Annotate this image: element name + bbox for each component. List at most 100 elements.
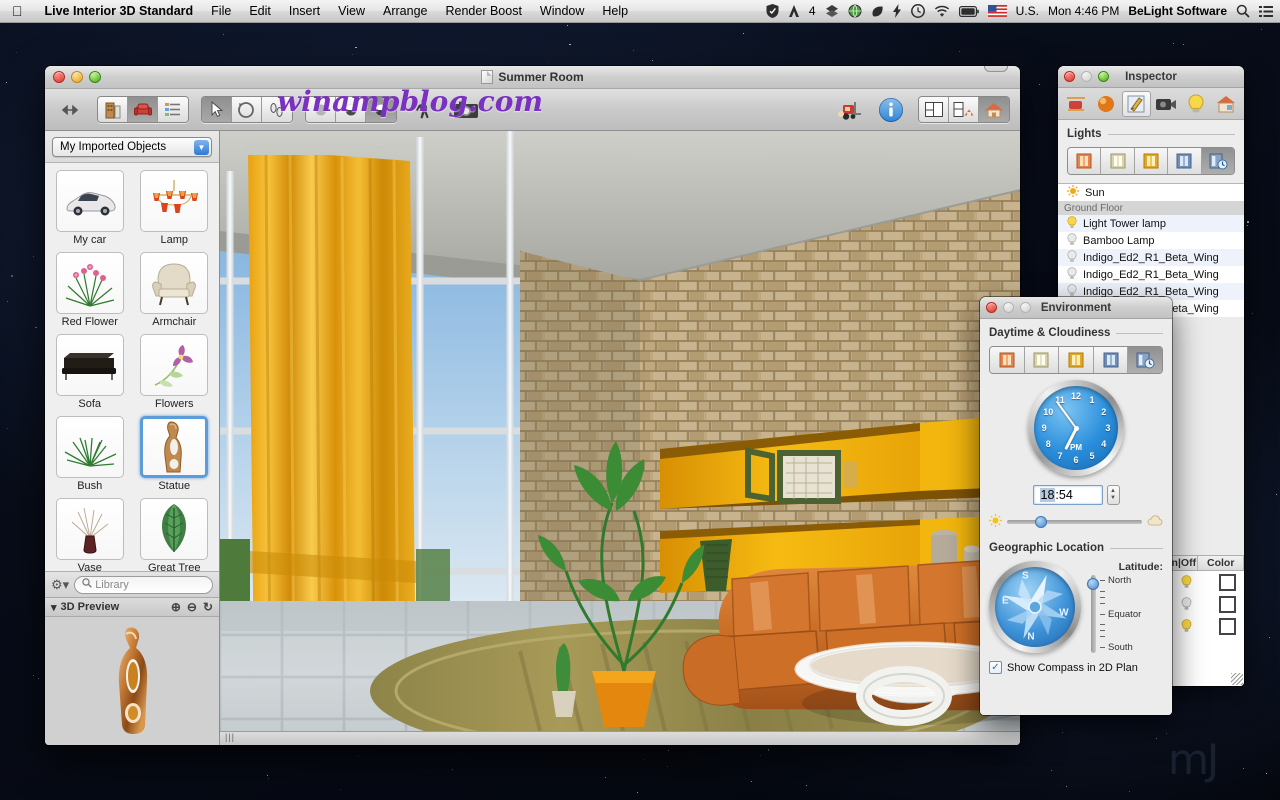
arrows-horizontal-icon[interactable] [55, 96, 85, 124]
split-view-icon[interactable] [949, 97, 979, 122]
forklift-icon[interactable] [834, 96, 864, 124]
arrow-select-icon[interactable] [202, 97, 232, 122]
color-swatch[interactable] [1218, 595, 1236, 613]
gear-icon[interactable]: ⚙▾ [51, 577, 69, 593]
preset-auto-icon[interactable] [1128, 347, 1162, 373]
compass-rose[interactable]: S E W N [989, 561, 1081, 653]
tab-light-icon[interactable] [1181, 91, 1210, 117]
preview-body[interactable] [45, 617, 219, 745]
color-swatch[interactable] [1218, 617, 1236, 635]
preset-gold-icon[interactable] [1134, 148, 1169, 174]
cloudiness-slider-knob[interactable] [1034, 516, 1047, 528]
preset-night-icon[interactable] [1093, 347, 1129, 373]
preset-neutral-icon[interactable] [1101, 148, 1135, 174]
menu-window[interactable]: Window [531, 0, 593, 23]
light-row-bamboo-lamp[interactable]: Bamboo Lamp [1058, 232, 1244, 249]
search-icon[interactable] [1236, 4, 1250, 18]
checkmark-icon[interactable]: ✓ [989, 661, 1002, 674]
preview-header[interactable]: ▾ 3D Preview ⊕ ⊖ ↻ [45, 597, 219, 617]
tab-material-icon[interactable] [1092, 91, 1121, 117]
preset-warm-icon[interactable] [1068, 148, 1102, 174]
apple-logo-icon[interactable]:  [0, 4, 36, 18]
leaf-icon[interactable] [871, 5, 884, 18]
search-input[interactable]: Library [74, 575, 213, 594]
lights-table-row[interactable] [1162, 571, 1244, 593]
library-item-armchair[interactable]: Armchair [135, 252, 215, 331]
building-icon[interactable] [98, 97, 128, 122]
time-input[interactable]: 18:54 [1032, 485, 1103, 505]
dropbox-icon[interactable] [825, 4, 839, 18]
library-item-red-flower[interactable]: Red Flower [50, 252, 130, 331]
cloudiness-slider[interactable] [1007, 516, 1142, 528]
tab-object-icon[interactable] [1062, 91, 1091, 117]
library-item-bush[interactable]: Bush [50, 416, 130, 495]
input-source-label[interactable]: U.S. [1016, 4, 1039, 18]
color-swatch[interactable] [1218, 573, 1236, 591]
light-row-sun[interactable]: Sun [1058, 184, 1244, 201]
light-row-indigo-1[interactable]: Indigo_Ed2_R1_Beta_Wing [1058, 249, 1244, 266]
plan-2d-icon[interactable] [919, 97, 949, 122]
menu-app-name[interactable]: Live Interior 3D Standard [36, 0, 203, 23]
library-item-lamp[interactable]: Lamp [135, 170, 215, 249]
list-icon[interactable] [158, 97, 188, 122]
view-3d-icon[interactable] [979, 97, 1009, 122]
library-item-my-car[interactable]: My car [50, 170, 130, 249]
menu-edit[interactable]: Edit [240, 0, 280, 23]
light-row-indigo-2[interactable]: Indigo_Ed2_R1_Beta_Wing [1058, 266, 1244, 283]
preset-day-icon[interactable] [1024, 347, 1060, 373]
stepper-down-icon[interactable]: ▼ [1110, 495, 1116, 502]
menu-clock[interactable]: Mon 4:46 PM [1048, 4, 1119, 18]
stepper-up-icon[interactable]: ▲ [1110, 488, 1116, 495]
shield-icon[interactable] [766, 4, 779, 18]
toolbar-toggle-button[interactable] [984, 66, 1008, 72]
preset-sunset-icon[interactable] [1059, 347, 1094, 373]
rotate-icon[interactable]: ↻ [203, 600, 213, 614]
preset-cool-icon[interactable] [1168, 148, 1202, 174]
battery-icon[interactable] [958, 5, 979, 17]
tab-camera-icon[interactable] [1152, 91, 1181, 117]
menu-help[interactable]: Help [593, 0, 637, 23]
viewport-3d[interactable]: ||| [220, 131, 1020, 745]
globe-icon[interactable] [848, 4, 862, 18]
us-flag-icon[interactable] [987, 5, 1007, 17]
resize-grip[interactable] [1231, 673, 1243, 685]
zoom-out-icon[interactable]: ⊖ [187, 600, 197, 614]
tab-edit-icon[interactable] [1121, 90, 1151, 117]
time-hour[interactable]: 18 [1039, 488, 1056, 502]
time-minute[interactable]: 54 [1059, 488, 1073, 502]
list-icon[interactable] [1259, 5, 1273, 18]
armchair-icon[interactable] [128, 97, 158, 122]
latitude-slider-knob[interactable] [1087, 578, 1099, 591]
library-item-flowers[interactable]: Flowers [135, 334, 215, 413]
zoom-in-icon[interactable]: ⊕ [171, 600, 181, 614]
library-item-great-tree[interactable]: Great Tree [135, 498, 215, 571]
collection-popup[interactable]: My Imported Objects ▼ [52, 137, 212, 157]
timemachine-icon[interactable] [910, 4, 925, 18]
preset-auto-icon[interactable] [1201, 148, 1234, 174]
orbit-icon[interactable] [232, 97, 262, 122]
triangle-down-icon[interactable]: ▾ [51, 601, 57, 614]
menu-view[interactable]: View [329, 0, 374, 23]
adobe-icon[interactable] [788, 4, 800, 18]
preset-sunrise-icon[interactable] [990, 347, 1025, 373]
chevron-down-icon[interactable]: ▼ [194, 140, 209, 155]
wifi-icon[interactable] [934, 5, 950, 18]
menu-file[interactable]: File [202, 0, 240, 23]
analog-clock[interactable]: 12 1 2 3 4 5 6 7 8 9 10 11 PM [1028, 380, 1124, 476]
menu-insert[interactable]: Insert [280, 0, 329, 23]
menu-arrange[interactable]: Arrange [374, 0, 436, 23]
latitude-slider[interactable] [1087, 575, 1099, 653]
library-item-statue[interactable]: Statue [135, 416, 215, 495]
lights-table-row[interactable] [1162, 615, 1244, 637]
info-icon[interactable] [876, 96, 906, 124]
flash-icon[interactable] [892, 4, 902, 18]
show-compass-checkbox-row[interactable]: ✓ Show Compass in 2D Plan [989, 661, 1163, 674]
tab-building-icon[interactable] [1211, 91, 1240, 117]
menu-render-boost[interactable]: Render Boost [436, 0, 530, 23]
menu-user-name[interactable]: BeLight Software [1128, 4, 1227, 18]
library-item-sofa[interactable]: Sofa [50, 334, 130, 413]
time-stepper[interactable]: ▲ ▼ [1106, 485, 1120, 505]
library-item-vase[interactable]: Vase [50, 498, 130, 571]
lights-table-row[interactable] [1162, 593, 1244, 615]
light-row-light-tower-lamp[interactable]: Light Tower lamp [1058, 215, 1244, 232]
